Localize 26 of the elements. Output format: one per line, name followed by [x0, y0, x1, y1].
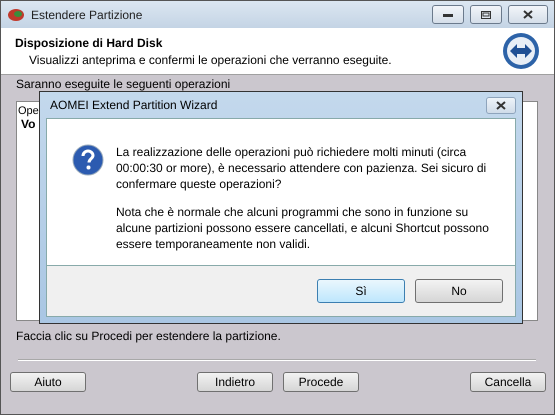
wizard-button[interactable]: Procede	[283, 372, 359, 392]
dialog-message: La realizzazione delle operazioni può richiedere molti minuti (circa 00:00:30 or more), è necessario attendere con pazienza. Sei sicuro di confermare queste operazioni?	[116, 144, 488, 192]
operation-item: Ope	[18, 105, 39, 117]
window-title: Estendere Partizione	[31, 8, 144, 22]
minimize-icon	[443, 12, 453, 16]
app-logo-icon	[7, 8, 25, 22]
wizard-button[interactable]: Aiuto	[10, 372, 86, 392]
wizard-button[interactable]: Cancella	[470, 372, 546, 392]
dialog-button[interactable]: Sì	[317, 279, 405, 303]
wizard-button[interactable]: Indietro	[197, 372, 273, 392]
close-icon	[496, 100, 506, 110]
hint-text: Faccia clic su Procedi per estendere la partizione.	[16, 329, 282, 343]
dialog-message: Nota che è normale che alcuni programmi che sono in funzione su alcune partizioni possono essere cancellati, e alcuni Shortcut possono essere temporaneamente non validi.	[116, 204, 490, 252]
question-icon	[72, 144, 104, 176]
operations-label: Saranno eseguite le seguenti operazioni	[16, 77, 232, 91]
close-icon	[523, 10, 533, 19]
close-button[interactable]	[486, 96, 516, 114]
operation-item: Vo	[20, 117, 36, 131]
maximize-icon	[481, 10, 491, 18]
dialog-button[interactable]: No	[415, 279, 503, 303]
close-button[interactable]	[508, 5, 548, 24]
header-title: Disposizione di Hard Disk	[15, 36, 164, 50]
minimize-button[interactable]	[432, 5, 464, 24]
header-subtitle: Visualizzi anteprima e confermi le operazioni che verranno eseguite.	[28, 52, 393, 66]
dialog-title: AOMEI Extend Partition Wizard	[50, 98, 218, 112]
maximize-button[interactable]	[470, 5, 502, 24]
